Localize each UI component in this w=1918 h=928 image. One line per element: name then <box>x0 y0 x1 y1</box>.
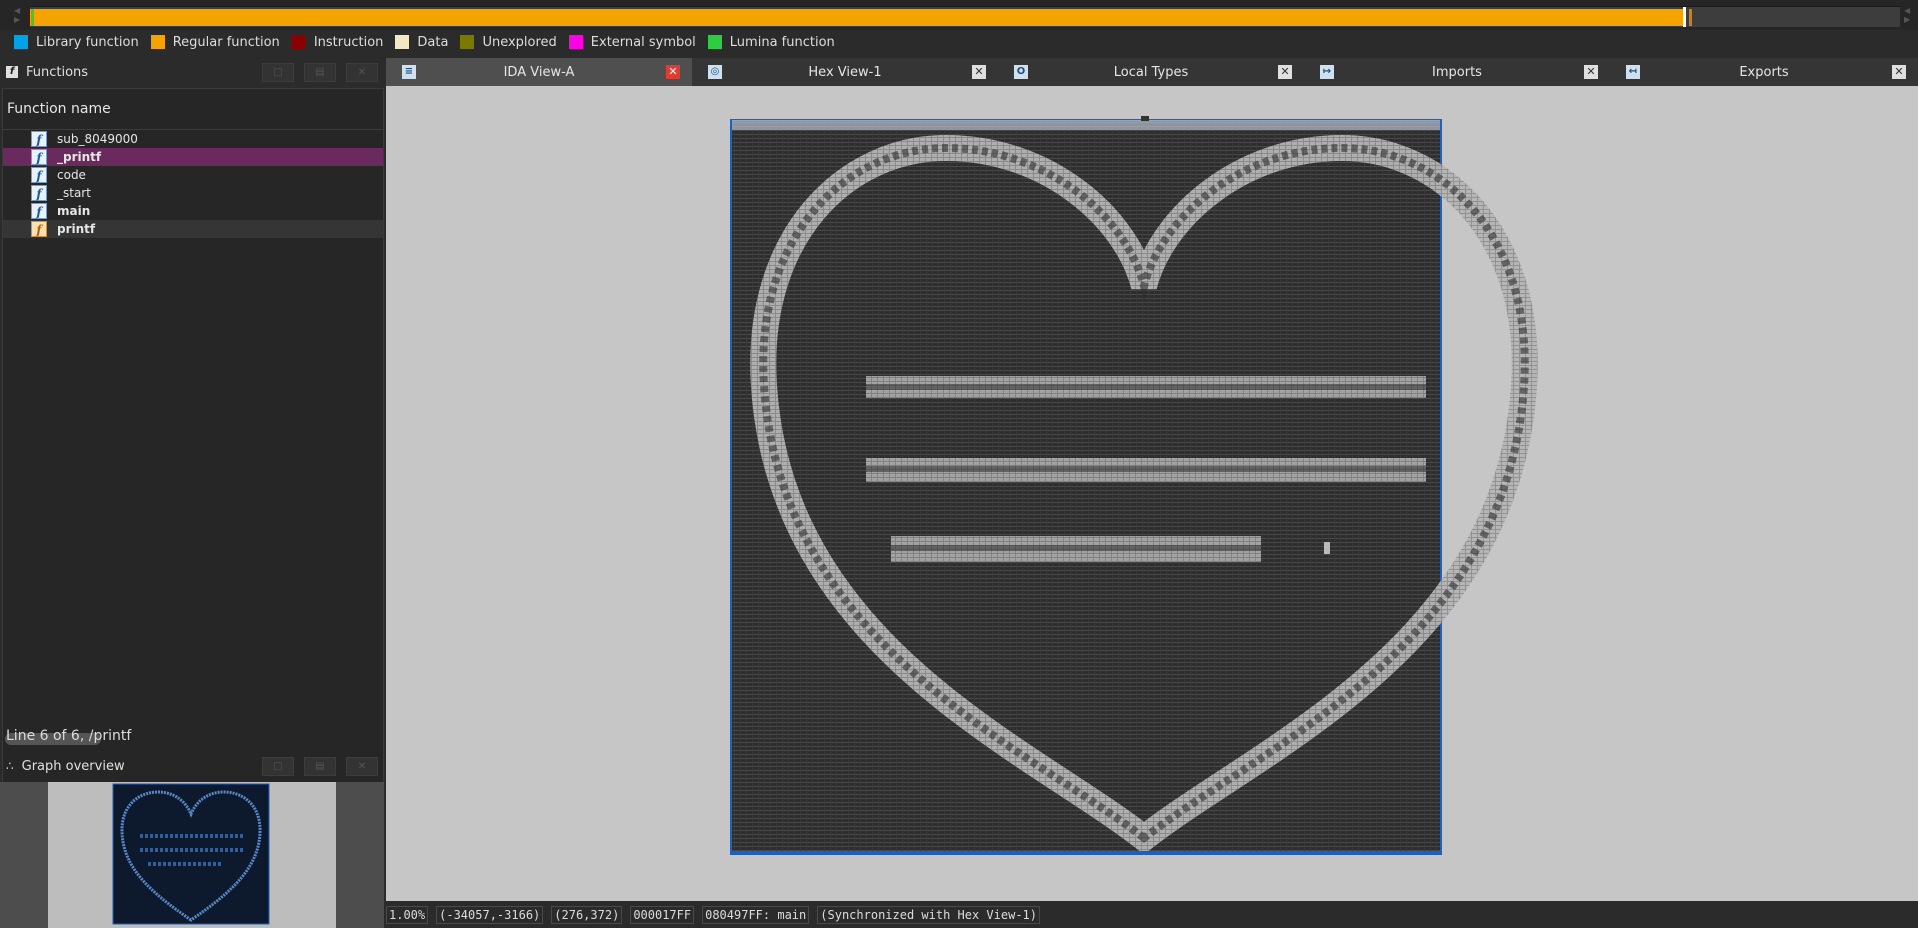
navigation-band[interactable]: ◀ ▶ ◀ ▶ <box>0 0 1918 30</box>
legend-swatch <box>395 35 410 49</box>
function-icon: f <box>31 221 47 237</box>
tab-imports[interactable]: ↦ Imports ✕ <box>1304 58 1610 86</box>
graph-overview-icon: ∴ <box>6 759 14 773</box>
graph-status-bar: 1.00% (-34057,-3166) (276,372) 000017FF … <box>386 901 1918 928</box>
function-icon: f <box>31 167 47 183</box>
tab-ida-view-a[interactable]: ≡ IDA View-A ✕ <box>386 58 692 86</box>
nav-right-arrows-icon[interactable]: ◀ ▶ <box>1904 6 1912 24</box>
close-icon[interactable]: ✕ <box>1278 65 1292 79</box>
function-row[interactable]: f _printf <box>3 148 383 166</box>
panel-float-button[interactable]: □ <box>262 63 294 82</box>
legend-item: External symbol <box>568 34 696 50</box>
legend-label: External symbol <box>590 34 696 50</box>
ida-graph-view[interactable] <box>386 86 1918 901</box>
legend-swatch <box>707 35 722 49</box>
function-row[interactable]: f sub_8049000 <box>3 130 383 148</box>
function-row[interactable]: f printf <box>3 220 383 238</box>
close-icon[interactable]: ✕ <box>666 65 680 79</box>
function-row[interactable]: f main <box>3 202 383 220</box>
function-icon: f <box>31 149 47 165</box>
node-entry-handle[interactable] <box>1141 116 1149 121</box>
node-size: (276,372) <box>551 905 623 924</box>
nav-left-arrows-icon[interactable]: ◀ ▶ <box>14 6 22 24</box>
legend-label: Library function <box>36 34 139 50</box>
legend-label: Instruction <box>313 34 384 50</box>
graph-overview-canvas[interactable] <box>0 782 384 928</box>
function-name: sub_8049000 <box>57 132 138 146</box>
overview-dock-button[interactable]: ▤ <box>304 757 336 776</box>
tab-local-types[interactable]: O Local Types ✕ <box>998 58 1304 86</box>
functions-status-line: Line 6 of 6, /printf <box>6 728 132 744</box>
graph-overview-thumbnail <box>112 783 270 925</box>
legend-item: Library function <box>14 35 139 50</box>
legend-swatch <box>568 35 583 49</box>
function-icon: f <box>31 131 47 147</box>
panel-dock-button[interactable]: ▤ <box>304 63 336 82</box>
overview-float-button[interactable]: □ <box>262 757 294 776</box>
zoom-level: 1.00% <box>386 905 429 924</box>
function-icon: f <box>31 203 47 219</box>
function-icon: f <box>6 66 18 78</box>
function-row[interactable]: f _start <box>3 184 383 202</box>
file-offset: 000017FF <box>630 905 695 924</box>
legend-item: Data <box>395 35 448 50</box>
tab-hex-view-1[interactable]: ◎ Hex View-1 ✕ <box>692 58 998 86</box>
legend-label: Lumina function <box>729 34 835 50</box>
legend-item: Regular function <box>150 34 280 50</box>
legend-swatch <box>291 35 306 49</box>
functions-list[interactable]: Function name f sub_8049000 f _printf f code f… <box>2 88 384 783</box>
legend-label: Regular function <box>172 34 280 50</box>
node-bottom-edge <box>731 851 1441 854</box>
legend-item: Lumina function <box>707 34 835 50</box>
legend-swatch <box>14 35 28 49</box>
node-header <box>732 120 1440 130</box>
legend-label: Unexplored <box>482 34 557 50</box>
tab-exports[interactable]: ↤ Exports ✕ <box>1610 58 1918 86</box>
graph-overview-panel: ∴ Graph overview □ ▤ ✕ <box>0 752 384 928</box>
legend-label: Data <box>417 34 449 50</box>
close-icon[interactable]: ✕ <box>1892 65 1906 79</box>
navigation-track[interactable] <box>30 6 1900 27</box>
legend: Library function Regular function Instruct… <box>0 32 847 52</box>
function-name: printf <box>57 222 96 236</box>
graph-overview-title: ∴ Graph overview □ ▤ ✕ <box>0 752 384 780</box>
functions-title-label: Functions <box>26 64 89 80</box>
functions-panel: f Functions □ ▤ ✕ Function name f sub_804… <box>0 58 384 783</box>
function-name: _start <box>57 186 91 200</box>
function-name: code <box>57 168 86 182</box>
function-name: _printf <box>57 150 102 164</box>
legend-item: Unexplored <box>460 34 557 50</box>
close-icon[interactable]: ✕ <box>1584 65 1598 79</box>
close-icon[interactable]: ✕ <box>972 65 986 79</box>
legend-swatch <box>460 35 475 49</box>
regular-function-region <box>30 9 1684 26</box>
overview-close-button[interactable]: ✕ <box>346 757 378 776</box>
graph-node-main[interactable] <box>730 119 1442 855</box>
view-tabs: ≡ IDA View-A ✕ ◎ Hex View-1 ✕ O Local Ty… <box>386 58 1918 86</box>
current-address: 080497FF: main <box>702 905 810 924</box>
graph-coords: (-34057,-3166) <box>436 905 544 924</box>
sync-status: (Synchronized with Hex View-1) <box>817 905 1041 924</box>
nav-marker <box>1689 9 1692 26</box>
graph-overview-label: Graph overview <box>21 758 125 774</box>
graph-canvas[interactable] <box>386 86 1918 901</box>
function-name: main <box>57 204 91 218</box>
functions-panel-title: f Functions □ ▤ ✕ <box>0 58 384 86</box>
nav-position-cursor[interactable] <box>1683 7 1686 27</box>
function-icon: f <box>31 185 47 201</box>
legend-swatch <box>150 35 165 49</box>
panel-close-button[interactable]: ✕ <box>346 63 378 82</box>
function-row[interactable]: f code <box>3 166 383 184</box>
column-header-function-name[interactable]: Function name <box>3 89 383 130</box>
lumina-function-region <box>31 9 34 26</box>
legend-item: Instruction <box>291 34 384 50</box>
